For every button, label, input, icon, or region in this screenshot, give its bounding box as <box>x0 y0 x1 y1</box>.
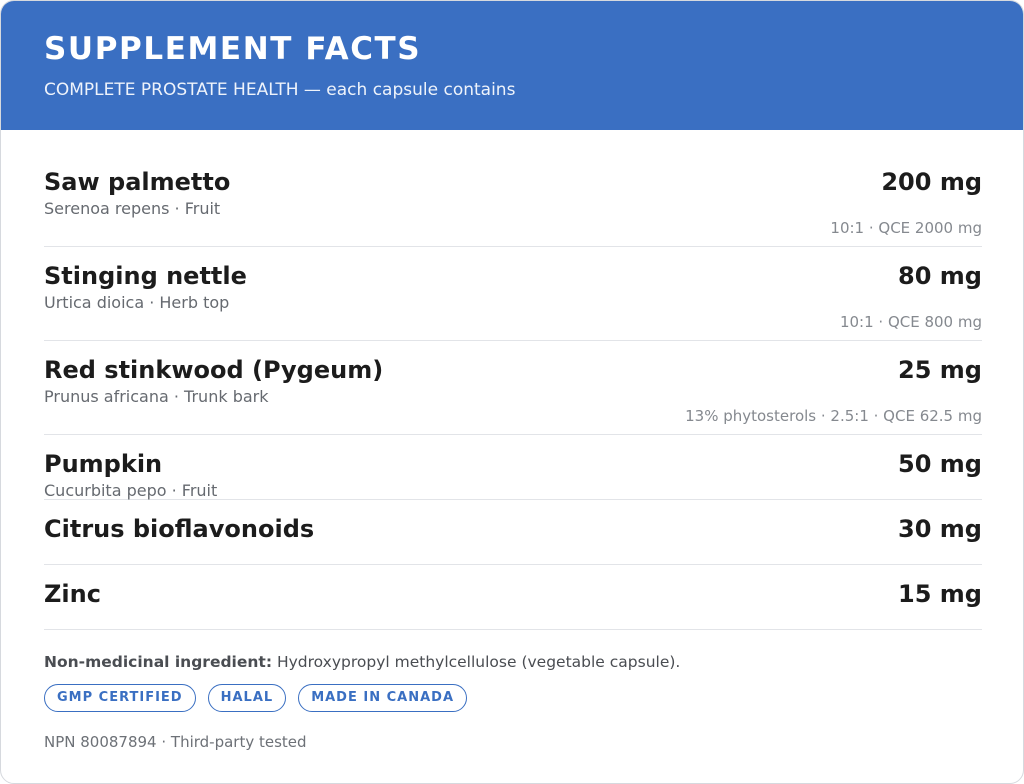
ingredient-row: Saw palmetto 200 mg Serenoa repens · Fru… <box>44 153 982 247</box>
ingredient-amount: 15 mg <box>898 580 982 608</box>
non-medicinal-label: Non-medicinal ingredient: <box>44 653 273 671</box>
ingredient-latin-name: Prunus africana · Trunk bark <box>44 387 269 406</box>
halal-badge: HALAL <box>207 684 287 712</box>
ingredient-amount: 30 mg <box>898 515 982 543</box>
footer-note: NPN 80087894 · Third-party tested <box>44 733 307 751</box>
ingredient-name: Red stinkwood (Pygeum) <box>44 356 384 384</box>
ingredient-spec: 10:1 · QCE 2000 mg <box>830 219 982 237</box>
non-medicinal-ingredient: Non-medicinal ingredient: Hydroxypropyl … <box>44 652 680 672</box>
ingredient-name: Saw palmetto <box>44 168 231 196</box>
ingredient-spec: 10:1 · QCE 800 mg <box>839 313 982 331</box>
ingredient-latin-name: Cucurbita pepo · Fruit <box>44 481 218 500</box>
ingredient-row: Red stinkwood (Pygeum) 25 mg Prunus afri… <box>44 341 982 435</box>
ingredient-amount: 25 mg <box>898 356 982 384</box>
ingredient-name: Zinc <box>44 580 101 608</box>
ingredient-row: Pumpkin 50 mg Cucurbita pepo · Fruit <box>44 435 982 500</box>
ingredient-name: Citrus bioflavonoids <box>44 515 315 543</box>
gmp-certified-badge: GMP CERTIFIED <box>44 684 196 712</box>
ingredient-row: Citrus bioflavonoids 30 mg <box>44 500 982 565</box>
certification-badges: GMP CERTIFIED HALAL MADE IN CANADA <box>44 684 468 712</box>
page-subtitle: COMPLETE PROSTATE HEALTH — each capsule … <box>44 80 516 100</box>
ingredient-list: Saw palmetto 200 mg Serenoa repens · Fru… <box>44 153 982 630</box>
ingredient-name: Pumpkin <box>44 450 163 478</box>
supplement-facts-card: SUPPLEMENT FACTS COMPLETE PROSTATE HEALT… <box>0 0 1024 784</box>
made-in-canada-badge: MADE IN CANADA <box>298 684 468 712</box>
ingredient-amount: 200 mg <box>881 168 982 196</box>
page-title: SUPPLEMENT FACTS <box>44 31 422 67</box>
ingredient-amount: 50 mg <box>898 450 982 478</box>
ingredient-amount: 80 mg <box>898 262 982 290</box>
ingredient-row: Zinc 15 mg <box>44 565 982 630</box>
ingredient-latin-name: Serenoa repens · Fruit <box>44 199 221 218</box>
non-medicinal-text: Hydroxypropyl methylcellulose (vegetable… <box>272 653 681 671</box>
ingredient-spec: 13% phytosterols · 2.5:1 · QCE 62.5 mg <box>685 407 982 425</box>
ingredient-row: Stinging nettle 80 mg Urtica dioica · He… <box>44 247 982 341</box>
header: SUPPLEMENT FACTS COMPLETE PROSTATE HEALT… <box>1 1 1023 130</box>
ingredient-name: Stinging nettle <box>44 262 247 290</box>
ingredient-latin-name: Urtica dioica · Herb top <box>44 293 230 312</box>
